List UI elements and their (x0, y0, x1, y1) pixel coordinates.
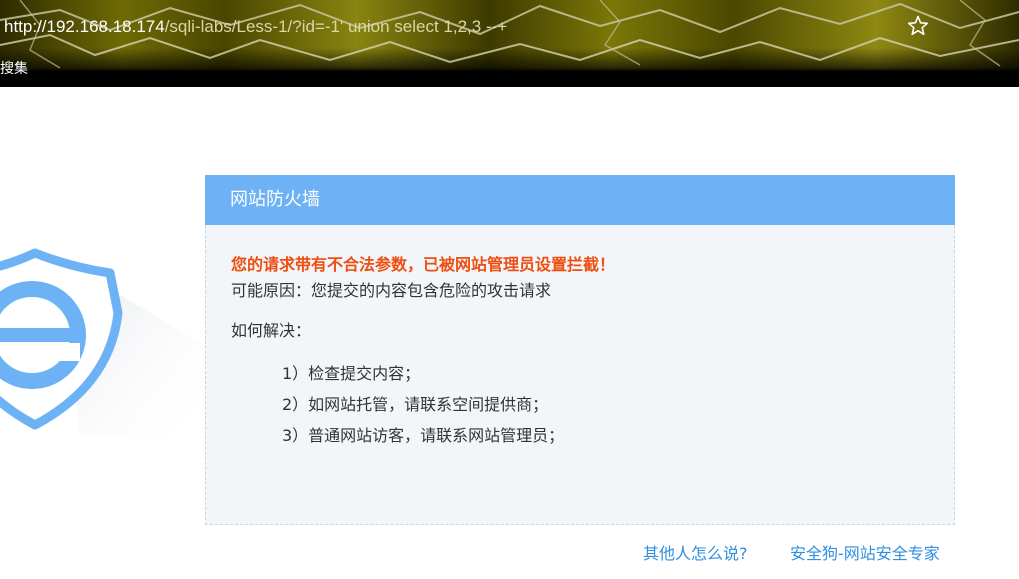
others-say-link[interactable]: 其他人怎么说? (643, 540, 748, 564)
resolve-step: 1）检查提交内容； (282, 364, 421, 383)
resolve-step: 2）如网站托管，请联系空间提供商； (282, 395, 549, 414)
url-host: http://192.168.18.174 (4, 17, 165, 36)
bookmark-item[interactable]: 搜集 (0, 60, 28, 78)
firewall-panel: 网站防火墙 您的请求带有不合法参数，已被网站管理员设置拦截！ 可能原因：您提交的… (205, 175, 955, 525)
panel-body: 您的请求带有不合法参数，已被网站管理员设置拦截！ 可能原因：您提交的内容包含危险… (205, 225, 955, 525)
possible-reason: 可能原因：您提交的内容包含危险的攻击请求 (231, 281, 552, 300)
shield-e-icon (0, 235, 205, 435)
address-bar[interactable]: http://192.168.18.174/sqli-labs/Less-1/?… (4, 14, 507, 40)
resolve-step: 3）普通网站访客，请联系网站管理员； (282, 426, 565, 445)
url-path: /sqli-labs/Less-1/?id=-1' union select 1… (164, 17, 508, 36)
blocked-warning: 您的请求带有不合法参数，已被网站管理员设置拦截！ (231, 255, 616, 274)
panel-title: 网站防火墙 (205, 175, 955, 225)
star-outline-icon[interactable] (906, 14, 930, 38)
safedog-link[interactable]: 安全狗-网站安全专家 (790, 540, 940, 564)
browser-toolbar: http://192.168.18.174/sqli-labs/Less-1/?… (0, 0, 1019, 87)
how-to-resolve-label: 如何解决： (231, 321, 312, 340)
